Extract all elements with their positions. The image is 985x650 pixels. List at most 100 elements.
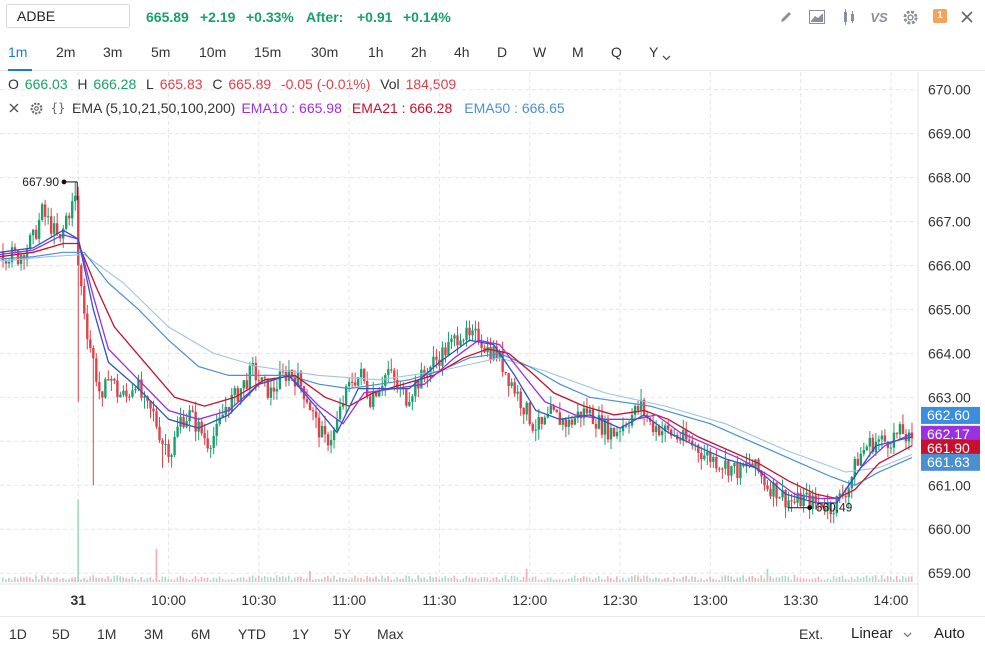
volume-bar — [685, 575, 687, 582]
volume-bar — [200, 576, 203, 582]
candle-body — [131, 390, 134, 397]
candle-body — [537, 417, 540, 430]
symbol-input[interactable] — [6, 4, 130, 28]
pencil-icon[interactable] — [777, 8, 795, 26]
tab-interval-3m[interactable]: 3m — [103, 44, 122, 60]
volume-bar — [534, 576, 537, 582]
volume-bar — [664, 578, 666, 582]
volume-bar — [745, 578, 748, 582]
volume-bar — [203, 577, 206, 582]
volume-bar — [339, 577, 341, 582]
candle-body — [522, 407, 525, 415]
tab-range-max[interactable]: Max — [377, 626, 403, 642]
volume-bar — [811, 578, 814, 582]
tab-interval-y[interactable]: Y — [649, 44, 658, 60]
volume-bar — [423, 577, 425, 582]
auto-scale-button[interactable]: Auto — [934, 625, 965, 642]
candle-body — [152, 408, 155, 412]
volume-bar — [570, 577, 573, 582]
volume-bar — [643, 575, 645, 582]
volume-bar — [149, 577, 152, 582]
tab-range-6m[interactable]: 6M — [191, 626, 210, 642]
volume-bar — [278, 576, 281, 582]
volume-bar — [230, 579, 233, 582]
tab-interval-m[interactable]: M — [572, 44, 584, 60]
volume-bar — [880, 575, 883, 582]
volume-bar — [901, 575, 904, 582]
tab-interval-q[interactable]: Q — [611, 44, 622, 60]
candle-body — [338, 406, 342, 420]
candle-body — [657, 426, 661, 436]
volume-bar — [140, 577, 143, 582]
price-chart[interactable]: 667.90 660.49 670.00 669.00 668.00 667.00 666… — [0, 72, 985, 616]
alert-icon[interactable]: 1 — [933, 9, 947, 23]
chevron-down-icon[interactable] — [662, 48, 671, 64]
volume-bar — [730, 576, 732, 582]
volume-bar — [432, 577, 435, 582]
volume-bar — [420, 578, 422, 582]
candle-body — [170, 455, 173, 457]
volume-bar — [293, 577, 296, 582]
x-tick-label: 13:30 — [783, 592, 818, 608]
volume-bar — [281, 576, 284, 582]
tab-interval-10m[interactable]: 10m — [199, 44, 226, 60]
tab-interval-1m[interactable]: 1m — [8, 44, 27, 60]
candle-body — [372, 392, 375, 407]
candle-body — [766, 485, 769, 490]
candle-body — [197, 421, 200, 432]
volume-bar — [170, 579, 173, 582]
volume-bar — [591, 579, 594, 582]
candle-body — [883, 435, 887, 442]
volume-bar — [474, 577, 477, 582]
candle-body — [34, 229, 38, 239]
candle-body — [543, 417, 546, 425]
area-chart-icon[interactable] — [808, 8, 826, 26]
tab-range-5y[interactable]: 5Y — [334, 626, 351, 642]
tab-interval-1h[interactable]: 1h — [368, 44, 384, 60]
scale-select[interactable]: Linear — [851, 625, 912, 642]
candle-body — [898, 424, 902, 435]
tab-interval-2m[interactable]: 2m — [56, 44, 75, 60]
volume-bar — [555, 579, 558, 582]
candle-body — [651, 421, 655, 433]
volume-bar — [47, 576, 49, 582]
volume-bar — [363, 579, 365, 582]
tab-interval-w[interactable]: W — [533, 44, 546, 60]
volume-bar — [357, 577, 359, 582]
volume-bar — [793, 575, 796, 582]
tab-interval-4h[interactable]: 4h — [454, 44, 470, 60]
candle-body — [666, 425, 670, 430]
volume-bar — [787, 576, 790, 582]
tab-interval-15m[interactable]: 15m — [254, 44, 281, 60]
volume-bar — [489, 579, 492, 582]
candle-body — [405, 389, 408, 406]
tab-range-3m[interactable]: 3M — [144, 626, 163, 642]
volume-bar — [775, 577, 778, 582]
candle-body — [55, 223, 59, 235]
tab-range-1d[interactable]: 1D — [9, 626, 27, 642]
tab-interval-2h[interactable]: 2h — [411, 44, 427, 60]
compare-icon[interactable]: VS — [868, 8, 890, 26]
close-icon[interactable] — [958, 8, 976, 26]
volume-bar — [324, 577, 326, 582]
tab-interval-d[interactable]: D — [497, 44, 507, 60]
tab-range-ytd[interactable]: YTD — [238, 626, 266, 642]
volume-bar — [703, 579, 705, 582]
low-marker-dot — [807, 505, 813, 511]
volume-bar — [694, 576, 696, 582]
tab-interval-5m[interactable]: 5m — [151, 44, 170, 60]
tab-interval-30m[interactable]: 30m — [311, 44, 338, 60]
candle-body — [844, 496, 847, 498]
tab-range-1y[interactable]: 1Y — [292, 626, 309, 642]
volume-bar — [212, 577, 215, 582]
tab-range-1m[interactable]: 1M — [97, 626, 116, 642]
candle-body — [633, 405, 637, 415]
settings-icon[interactable] — [901, 8, 919, 26]
extended-hours-toggle[interactable]: Ext. — [799, 626, 823, 642]
volume-bar — [567, 578, 570, 582]
volume-bar — [676, 578, 678, 582]
candlestick-icon[interactable] — [840, 8, 858, 26]
candle-body — [275, 388, 279, 392]
candle-body — [540, 417, 543, 425]
tab-range-5d[interactable]: 5D — [52, 626, 70, 642]
